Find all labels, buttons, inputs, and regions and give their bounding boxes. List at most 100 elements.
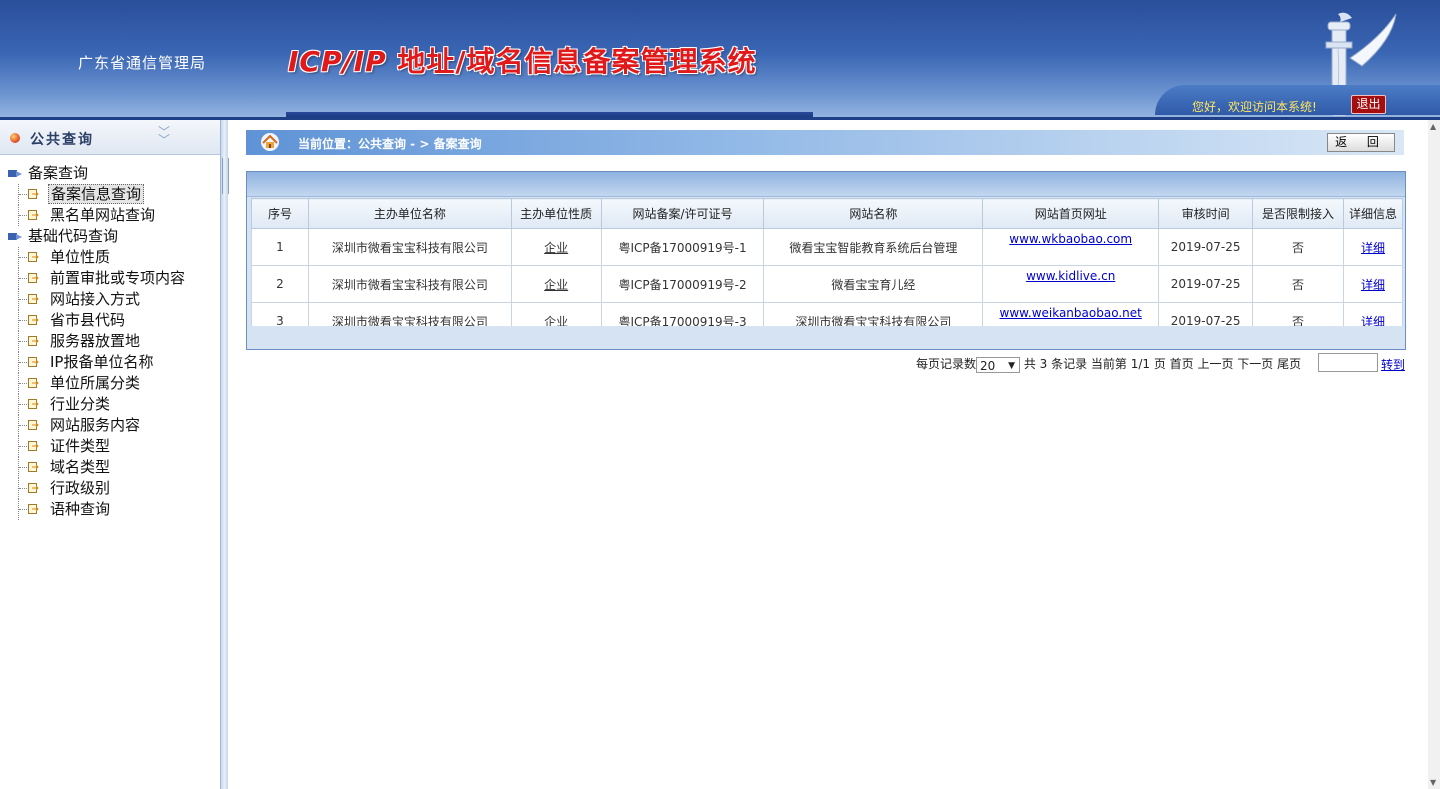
- sidebar-item-pre-approval[interactable]: 前置审批或专项内容: [6, 268, 187, 289]
- sidebar-header[interactable]: 公共查询 ﹀ ﹀: [0, 120, 220, 155]
- document-arrow-icon: [28, 483, 39, 493]
- sidebar-item-label: 黑名单网站查询: [50, 206, 156, 224]
- cell-url: www.kidlive.cn: [982, 265, 1160, 303]
- cell-detail: 详细: [1343, 228, 1403, 266]
- site-url-link[interactable]: www.weikanbaobao.net: [1000, 306, 1142, 320]
- document-arrow-icon: [28, 420, 39, 430]
- back-button[interactable]: 返 回: [1327, 133, 1395, 152]
- column-header: 网站首页网址: [982, 198, 1160, 229]
- cell-license: 粤ICP备17000919号-1: [600, 228, 765, 266]
- logout-button[interactable]: 退出: [1351, 95, 1386, 114]
- sidebar-item-unit-nature[interactable]: 单位性质: [6, 247, 187, 268]
- cell-org: 深圳市微看宝宝科技有限公司: [307, 228, 512, 266]
- column-header: 审核时间: [1158, 198, 1254, 229]
- cell-no: 2: [251, 265, 309, 303]
- results-panel: 序号 主办单位名称 主办单位性质 网站备案/许可证号 网站名称 网站首页网址 审…: [246, 171, 1406, 350]
- per-page-label: 每页记录数: [916, 357, 977, 371]
- column-header: 是否限制接入: [1252, 198, 1344, 229]
- detail-link[interactable]: 详细: [1361, 278, 1385, 292]
- site-url-link[interactable]: www.wkbaobao.com: [1009, 232, 1132, 246]
- sidebar-item-admin-level[interactable]: 行政级别: [6, 478, 187, 499]
- nature-value: 企业: [544, 240, 569, 255]
- column-header: 序号: [251, 198, 309, 229]
- system-title-cn: 地址/域名信息备案管理系统: [386, 45, 757, 78]
- sidebar-item-label: 服务器放置地: [50, 332, 141, 350]
- site-url-link[interactable]: www.kidlive.cn: [1026, 269, 1115, 283]
- table-header-row: 序号 主办单位名称 主办单位性质 网站备案/许可证号 网站名称 网站首页网址 审…: [251, 198, 1403, 229]
- sidebar-item-label: 行政级别: [50, 479, 111, 497]
- nature-value: 企业: [544, 277, 569, 292]
- per-page-value: 20: [980, 358, 996, 373]
- breadcrumb-text: 当前位置：公共查询 - > 备案查询: [298, 137, 482, 151]
- sidebar-item-service-content[interactable]: 网站服务内容: [6, 415, 187, 436]
- results-panel-footer: [251, 326, 1403, 346]
- folder-group-icon: [8, 170, 22, 177]
- tree-group-basic-code-query[interactable]: 基础代码查询: [6, 226, 187, 247]
- sidebar-item-label: 网站接入方式: [50, 290, 141, 308]
- sidebar-item-label: 证件类型: [50, 437, 111, 455]
- nav-tree: 备案查询 备案信息查询 黑名单网站查询 基础代码查询 单位性质 前置审批或专项内…: [6, 163, 187, 520]
- bullet-dot-icon: [10, 133, 20, 143]
- sidebar-item-filing-info-query[interactable]: 备案信息查询: [6, 184, 187, 205]
- tree-group-filing-query[interactable]: 备案查询: [6, 163, 187, 184]
- sidebar: 公共查询 ﹀ ﹀ 备案查询 备案信息查询 黑名单网站查询 基础代码查询 单位性质 …: [0, 120, 221, 789]
- document-arrow-icon: [28, 378, 39, 388]
- sidebar-item-label: 单位所属分类: [50, 374, 141, 392]
- pager-summary: 共 3 条记录 当前第 1/1 页 首页 上一页 下一页 尾页: [1023, 357, 1302, 371]
- document-arrow-icon: [28, 504, 39, 514]
- page-jump-input[interactable]: [1318, 353, 1378, 372]
- sidebar-item-language[interactable]: 语种查询: [6, 499, 187, 520]
- cell-nature: 企业: [510, 265, 602, 303]
- column-header: 主办单位性质: [510, 198, 602, 229]
- system-title-en: ICP/IP: [288, 45, 387, 78]
- sidebar-item-label: 省市县代码: [50, 311, 126, 329]
- document-arrow-icon: [28, 357, 39, 367]
- document-arrow-icon: [28, 441, 39, 451]
- document-arrow-icon: [28, 252, 39, 262]
- sidebar-item-label: 备案信息查询: [48, 184, 145, 204]
- chevron-down-icon[interactable]: ﹀ ﹀: [158, 126, 170, 146]
- dropdown-arrow-icon: ▼: [1008, 360, 1016, 371]
- folder-group-icon: [8, 233, 22, 240]
- scroll-down-icon[interactable]: ▼: [1430, 778, 1436, 787]
- results-panel-header: [247, 172, 1405, 197]
- column-header: 网站名称: [763, 198, 984, 229]
- results-table: 序号 主办单位名称 主办单位性质 网站备案/许可证号 网站名称 网站首页网址 审…: [251, 198, 1403, 340]
- jump-link[interactable]: 转到: [1381, 356, 1405, 373]
- column-header: 详细信息: [1343, 198, 1403, 229]
- column-header: 主办单位名称: [307, 198, 512, 229]
- sidebar-item-label: 前置审批或专项内容: [50, 269, 186, 287]
- document-arrow-icon: [28, 273, 39, 283]
- tree-group-label: 备案查询: [28, 164, 89, 182]
- sidebar-item-server-location[interactable]: 服务器放置地: [6, 331, 187, 352]
- tree-group-label: 基础代码查询: [28, 227, 119, 245]
- cell-restricted: 否: [1252, 265, 1344, 303]
- sidebar-item-unit-category[interactable]: 单位所属分类: [6, 373, 187, 394]
- cell-url: www.wkbaobao.com: [982, 228, 1160, 266]
- cell-date: 2019-07-25: [1158, 228, 1254, 266]
- vertical-scrollbar[interactable]: ▲ ▼: [1428, 120, 1440, 789]
- scroll-up-icon[interactable]: ▲: [1430, 122, 1436, 131]
- per-page-select[interactable]: 20 ▼: [976, 356, 1021, 373]
- cell-org: 深圳市微看宝宝科技有限公司: [307, 265, 512, 303]
- detail-link[interactable]: 详细: [1361, 241, 1385, 255]
- cell-no: 1: [251, 228, 309, 266]
- sidebar-item-access-method[interactable]: 网站接入方式: [6, 289, 187, 310]
- home-icon[interactable]: [260, 133, 280, 151]
- sidebar-item-certificate-type[interactable]: 证件类型: [6, 436, 187, 457]
- sidebar-item-label: 单位性质: [50, 248, 111, 266]
- splitter-grip-icon[interactable]: [222, 158, 229, 194]
- sidebar-item-ip-unit-name[interactable]: IP报备单位名称: [6, 352, 187, 373]
- column-header: 网站备案/许可证号: [600, 198, 765, 229]
- table-row: 2 深圳市微看宝宝科技有限公司 企业 粤ICP备17000919号-2 微看宝宝…: [251, 265, 1403, 303]
- sidebar-item-label: 行业分类: [50, 395, 111, 413]
- sidebar-splitter[interactable]: [221, 120, 229, 789]
- system-title: ICP/IP 地址/域名信息备案管理系统: [288, 40, 757, 80]
- sidebar-item-region-code[interactable]: 省市县代码: [6, 310, 187, 331]
- pagination: 每页记录数 20 ▼ 共 3 条记录 当前第 1/1 页 首页 上一页 下一页 尾页…: [916, 353, 1405, 373]
- sidebar-item-domain-type[interactable]: 域名类型: [6, 457, 187, 478]
- sidebar-item-blacklist-query[interactable]: 黑名单网站查询: [6, 205, 187, 226]
- sidebar-item-industry[interactable]: 行业分类: [6, 394, 187, 415]
- sidebar-item-label: 语种查询: [50, 500, 111, 518]
- cell-detail: 详细: [1343, 265, 1403, 303]
